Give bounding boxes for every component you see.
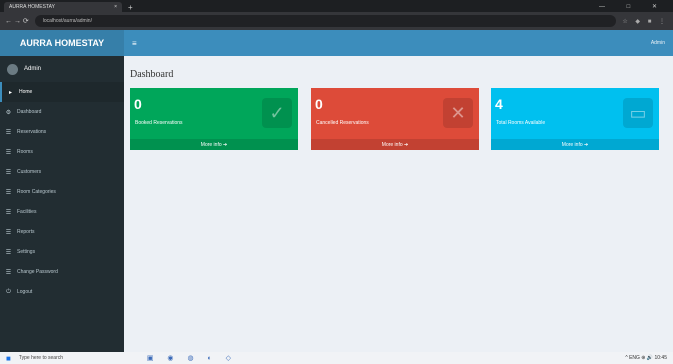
sidebar-item-home[interactable]: ▸ Home	[0, 82, 124, 102]
page-title: Dashboard	[130, 69, 174, 80]
list-icon: ☰	[5, 209, 12, 216]
list-icon: ☰	[5, 129, 12, 136]
stat-label: Cancelled Reservations	[316, 120, 369, 126]
top-navbar: ≡ Admin	[124, 30, 673, 56]
browser-tab[interactable]: AURRA HOMESTAY ×	[4, 2, 122, 12]
user-name: Admin	[24, 66, 42, 72]
list-icon: ☰	[5, 229, 12, 236]
sidebar-item-change-password[interactable]: ☰ Change Password	[0, 262, 124, 282]
dashboard-icon: ⚙	[5, 109, 12, 116]
taskbar-search[interactable]: Type here to search	[19, 355, 99, 361]
sidebar-item-label: Room Categories	[17, 189, 56, 195]
list-icon: ☰	[5, 249, 12, 256]
sidebar-item-label: Customers	[17, 169, 42, 175]
stat-count: 4	[495, 96, 503, 112]
address-bar[interactable]: localhost/aurra/admin/	[34, 15, 617, 27]
url-text: localhost/aurra/admin/	[42, 18, 92, 24]
sidebar-item-dashboard[interactable]: ⚙ Dashboard	[0, 102, 124, 122]
sidebar-item-reports[interactable]: ☰ Reports	[0, 222, 124, 242]
sidebar-item-reservations[interactable]: ☰ Reservations	[0, 122, 124, 142]
sidebar-item-room-categories[interactable]: ☰ Room Categories	[0, 182, 124, 202]
sidebar-item-label: Change Password	[17, 269, 58, 275]
window-controls[interactable]: — □ ✕	[593, 3, 673, 12]
tab-title: AURRA HOMESTAY	[9, 4, 55, 10]
stat-box-booked: 0 Booked Reservations ✓ More info ➔	[130, 88, 298, 150]
browser-toolbar: ← → ⟳ localhost/aurra/admin/ ☆ ◆ ■ ⋮	[0, 12, 673, 30]
sidebar-item-label: Dashboard	[17, 109, 42, 115]
power-icon: ⏻	[6, 288, 11, 295]
navigation-icons[interactable]: ← → ⟳	[5, 17, 29, 25]
check-icon: ✓	[262, 98, 292, 128]
more-info-link[interactable]: More info ➔	[130, 139, 298, 150]
new-tab-icon[interactable]: +	[122, 3, 139, 12]
sidebar-item-label: Logout	[17, 289, 33, 295]
sidebar-item-label: Facilities	[17, 209, 37, 215]
list-icon: ☰	[5, 269, 12, 276]
user-menu[interactable]: Admin	[651, 40, 665, 46]
sidebar-item-settings[interactable]: ☰ Settings	[0, 242, 124, 262]
system-tray[interactable]: ^ ENG ⊕ 🔊 10:45	[625, 355, 667, 361]
more-info-link[interactable]: More info ➔	[311, 139, 479, 150]
list-icon: ☰	[5, 169, 12, 176]
cancel-icon: ✕	[443, 98, 473, 128]
stat-box-rooms: 4 Total Rooms Available ▭ More info ➔	[491, 88, 659, 150]
more-info-link[interactable]: More info ➔	[491, 139, 659, 150]
browser-tab-strip: AURRA HOMESTAY × + — □ ✕	[0, 0, 673, 12]
stat-count: 0	[134, 96, 142, 112]
taskbar-app-icons[interactable]: ▣ ◉ ◍ ◐ ◇	[147, 354, 237, 362]
sidebar-item-facilities[interactable]: ☰ Facilities	[0, 202, 124, 222]
os-taskbar: ■ Type here to search ▣ ◉ ◍ ◐ ◇ ^ ENG ⊕ …	[0, 352, 673, 364]
user-panel: Admin	[0, 56, 124, 82]
sidebar-item-label: Home	[19, 89, 33, 95]
main-content: Dashboard 0 Booked Reservations ✓ More i…	[124, 56, 673, 352]
stat-count: 0	[315, 96, 323, 112]
avatar	[7, 63, 18, 75]
list-icon: ☰	[5, 149, 12, 156]
windows-start-icon[interactable]: ■	[6, 354, 11, 363]
sidebar-item-label: Reports	[17, 229, 35, 235]
stat-label: Booked Reservations	[135, 120, 183, 126]
sidebar-item-rooms[interactable]: ☰ Rooms	[0, 142, 124, 162]
bed-icon: ▭	[623, 98, 653, 128]
sidebar-item-label: Reservations	[17, 129, 47, 135]
sidebar-item-label: Rooms	[17, 149, 33, 155]
sidebar-item-customers[interactable]: ☰ Customers	[0, 162, 124, 182]
sidebar: Admin ▸ Home ⚙ Dashboard ☰ Reservations ☰ Ro…	[0, 56, 124, 352]
stat-box-cancelled: 0 Cancelled Reservations ✕ More info ➔	[311, 88, 479, 150]
menu-toggle-icon[interactable]: ≡	[132, 39, 137, 48]
sidebar-item-label: Settings	[17, 249, 36, 255]
app-logo[interactable]: AURRA HOMESTAY	[0, 30, 124, 56]
close-icon[interactable]: ×	[114, 4, 117, 10]
sidebar-item-logout[interactable]: ⏻ Logout	[0, 282, 124, 302]
stat-label: Total Rooms Available	[496, 120, 546, 126]
list-icon: ☰	[5, 189, 12, 196]
app-header: AURRA HOMESTAY ≡ Admin	[0, 30, 673, 56]
extension-icons[interactable]: ☆ ◆ ■ ⋮	[622, 18, 668, 25]
home-icon: ▸	[8, 89, 12, 96]
